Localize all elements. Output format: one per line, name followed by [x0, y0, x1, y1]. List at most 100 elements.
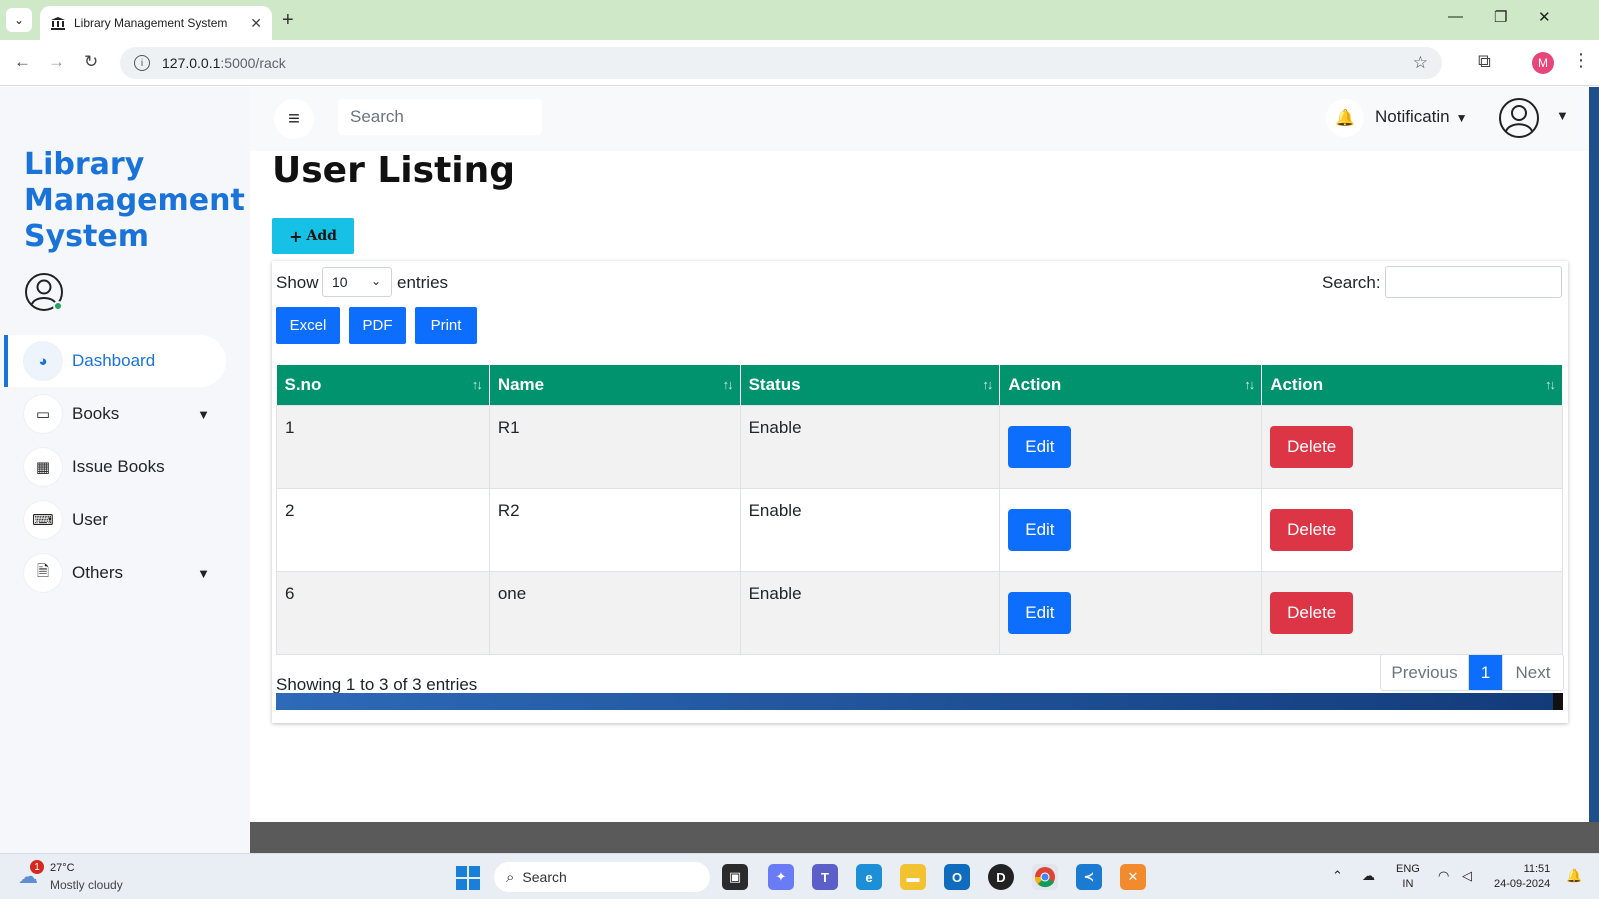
sidebar-item-dashboard[interactable]: ◕ Dashboard: [4, 335, 226, 387]
taskbar-search-label: Search: [522, 869, 567, 885]
account-avatar-icon[interactable]: [1498, 97, 1540, 139]
reload-icon[interactable]: ↻: [84, 52, 98, 72]
cell-status: Enable: [739, 570, 1001, 655]
forward-icon[interactable]: →: [48, 52, 65, 72]
brand-title: Library Management System: [24, 147, 245, 254]
tab-search-button[interactable]: ⌄: [6, 8, 32, 32]
notification-dropdown[interactable]: Notificatin ▼: [1375, 107, 1468, 127]
sidebar-item-label: Dashboard: [72, 351, 156, 370]
weather-temperature[interactable]: 27°C: [50, 862, 75, 874]
page-scrollbar[interactable]: [1589, 87, 1599, 853]
delete-button[interactable]: Delete: [1270, 425, 1354, 468]
dell-icon[interactable]: D: [988, 864, 1014, 890]
sidebar-item-books[interactable]: ▭ Books ▼: [4, 388, 226, 440]
onedrive-icon[interactable]: ☁: [1362, 868, 1375, 884]
online-status-dot: [53, 301, 63, 311]
user-avatar-icon[interactable]: [24, 272, 64, 312]
wifi-icon[interactable]: ◠: [1438, 868, 1449, 884]
cell-delete: Delete: [1261, 487, 1563, 572]
sort-icon: ↑↓: [1545, 377, 1556, 392]
sidebar-item-others[interactable]: 🗎 Others ▼: [4, 547, 226, 599]
table-info: Showing 1 to 3 of 3 entries: [276, 675, 478, 694]
notification-bell-icon[interactable]: 🔔: [1566, 868, 1582, 884]
previous-page-button[interactable]: Previous: [1381, 655, 1469, 690]
edit-button[interactable]: Edit: [1008, 508, 1072, 551]
browser-menu-icon[interactable]: ⋮: [1572, 50, 1590, 71]
sort-icon: ↑↓: [471, 377, 483, 392]
delete-button[interactable]: Delete: [1270, 508, 1354, 551]
edge-icon[interactable]: e: [856, 864, 882, 890]
window-close-icon[interactable]: ✕: [1538, 8, 1551, 26]
top-search-input[interactable]: [338, 99, 542, 135]
delete-button[interactable]: Delete: [1270, 591, 1354, 634]
xampp-icon[interactable]: ✕: [1120, 864, 1146, 890]
pagination: Previous 1 Next: [1380, 654, 1564, 691]
cell-status: Enable: [739, 487, 1001, 572]
add-button[interactable]: + Add: [272, 218, 354, 254]
grid-icon: ▦: [24, 448, 62, 486]
tab-close-icon[interactable]: ✕: [250, 15, 262, 32]
edit-button[interactable]: Edit: [1008, 591, 1072, 634]
minimize-icon[interactable]: —: [1448, 8, 1463, 25]
top-navbar: ≡ 🔔 Notificatin ▼ ▼: [250, 87, 1599, 151]
volume-icon[interactable]: ◁: [1462, 868, 1472, 884]
chevron-down-icon: ▼: [1455, 111, 1468, 125]
new-tab-button[interactable]: +: [282, 9, 294, 32]
hamburger-menu-icon[interactable]: ≡: [274, 99, 314, 139]
column-header-action-delete[interactable]: Action ↑↓: [1261, 365, 1563, 405]
restore-icon[interactable]: ❐: [1494, 8, 1507, 26]
cell-name: R2: [488, 487, 741, 572]
cell-name: one: [488, 570, 741, 655]
table-search-input[interactable]: [1385, 266, 1562, 298]
copilot-icon[interactable]: ✦: [768, 864, 794, 890]
sort-icon: ↑↓: [1244, 377, 1255, 392]
bookmark-star-icon[interactable]: ☆: [1413, 53, 1428, 73]
weather-badge: 1: [30, 860, 44, 874]
language-indicator[interactable]: ENG IN: [1396, 862, 1420, 892]
profile-avatar[interactable]: M: [1532, 52, 1554, 74]
column-header-action-edit[interactable]: Action ↑↓: [999, 365, 1263, 405]
sidebar-item-user[interactable]: ⌨ User: [4, 494, 226, 546]
windows-start-icon[interactable]: [456, 866, 480, 890]
sidebar-item-issue-books[interactable]: ▦ Issue Books: [4, 441, 226, 493]
vscode-icon[interactable]: ≺: [1076, 864, 1102, 890]
next-page-button[interactable]: Next: [1503, 655, 1563, 690]
edit-button[interactable]: Edit: [1008, 425, 1072, 468]
keyboard-icon: ⌨: [24, 501, 62, 539]
cell-edit: Edit: [999, 404, 1263, 489]
site-info-icon[interactable]: i: [134, 55, 150, 71]
weather-description[interactable]: Mostly cloudy: [50, 878, 123, 892]
cell-delete: Delete: [1261, 570, 1563, 655]
tray-chevron-up-icon[interactable]: ⌃: [1332, 868, 1343, 884]
column-header-sno[interactable]: S.no ↑↓: [276, 365, 490, 405]
page-1-button[interactable]: 1: [1469, 655, 1503, 690]
horizontal-scrollbar[interactable]: [276, 693, 1563, 710]
taskbar-search-box[interactable]: ⌕ Search: [494, 862, 710, 892]
cell-name: R1: [488, 404, 741, 489]
file-explorer-icon[interactable]: ▬: [900, 864, 926, 890]
cell-sno: 1: [276, 404, 490, 489]
teams-icon[interactable]: T: [812, 864, 838, 890]
system-clock[interactable]: 11:51 24-09-2024: [1494, 862, 1550, 892]
back-icon[interactable]: ←: [14, 52, 31, 72]
sort-icon: ↑↓: [722, 377, 734, 392]
sidebar-item-label: Issue Books: [72, 457, 165, 476]
extensions-icon[interactable]: ⧉: [1478, 51, 1491, 72]
column-header-name[interactable]: Name ↑↓: [489, 365, 741, 405]
address-bar[interactable]: i 127.0.0.1:5000/rack ☆: [120, 47, 1442, 79]
outlook-icon[interactable]: O: [944, 864, 970, 890]
search-icon: ⌕: [506, 868, 515, 886]
print-button[interactable]: Print: [415, 307, 477, 344]
account-chevron-down-icon[interactable]: ▼: [1556, 108, 1569, 123]
cell-sno: 2: [276, 487, 490, 572]
cell-status: Enable: [739, 404, 1001, 489]
bell-icon[interactable]: 🔔: [1326, 99, 1364, 137]
browser-tab[interactable]: Library Management System ✕: [40, 6, 272, 40]
page-size-select[interactable]: 10 ⌄: [322, 267, 392, 297]
task-view-icon[interactable]: ▣: [722, 864, 748, 890]
column-header-status[interactable]: Status ↑↓: [740, 365, 1001, 405]
excel-button[interactable]: Excel: [276, 307, 340, 344]
table-row: 2 R2 Enable Edit Delete: [276, 487, 1563, 572]
pdf-button[interactable]: PDF: [349, 307, 406, 344]
chrome-icon[interactable]: [1032, 864, 1058, 890]
